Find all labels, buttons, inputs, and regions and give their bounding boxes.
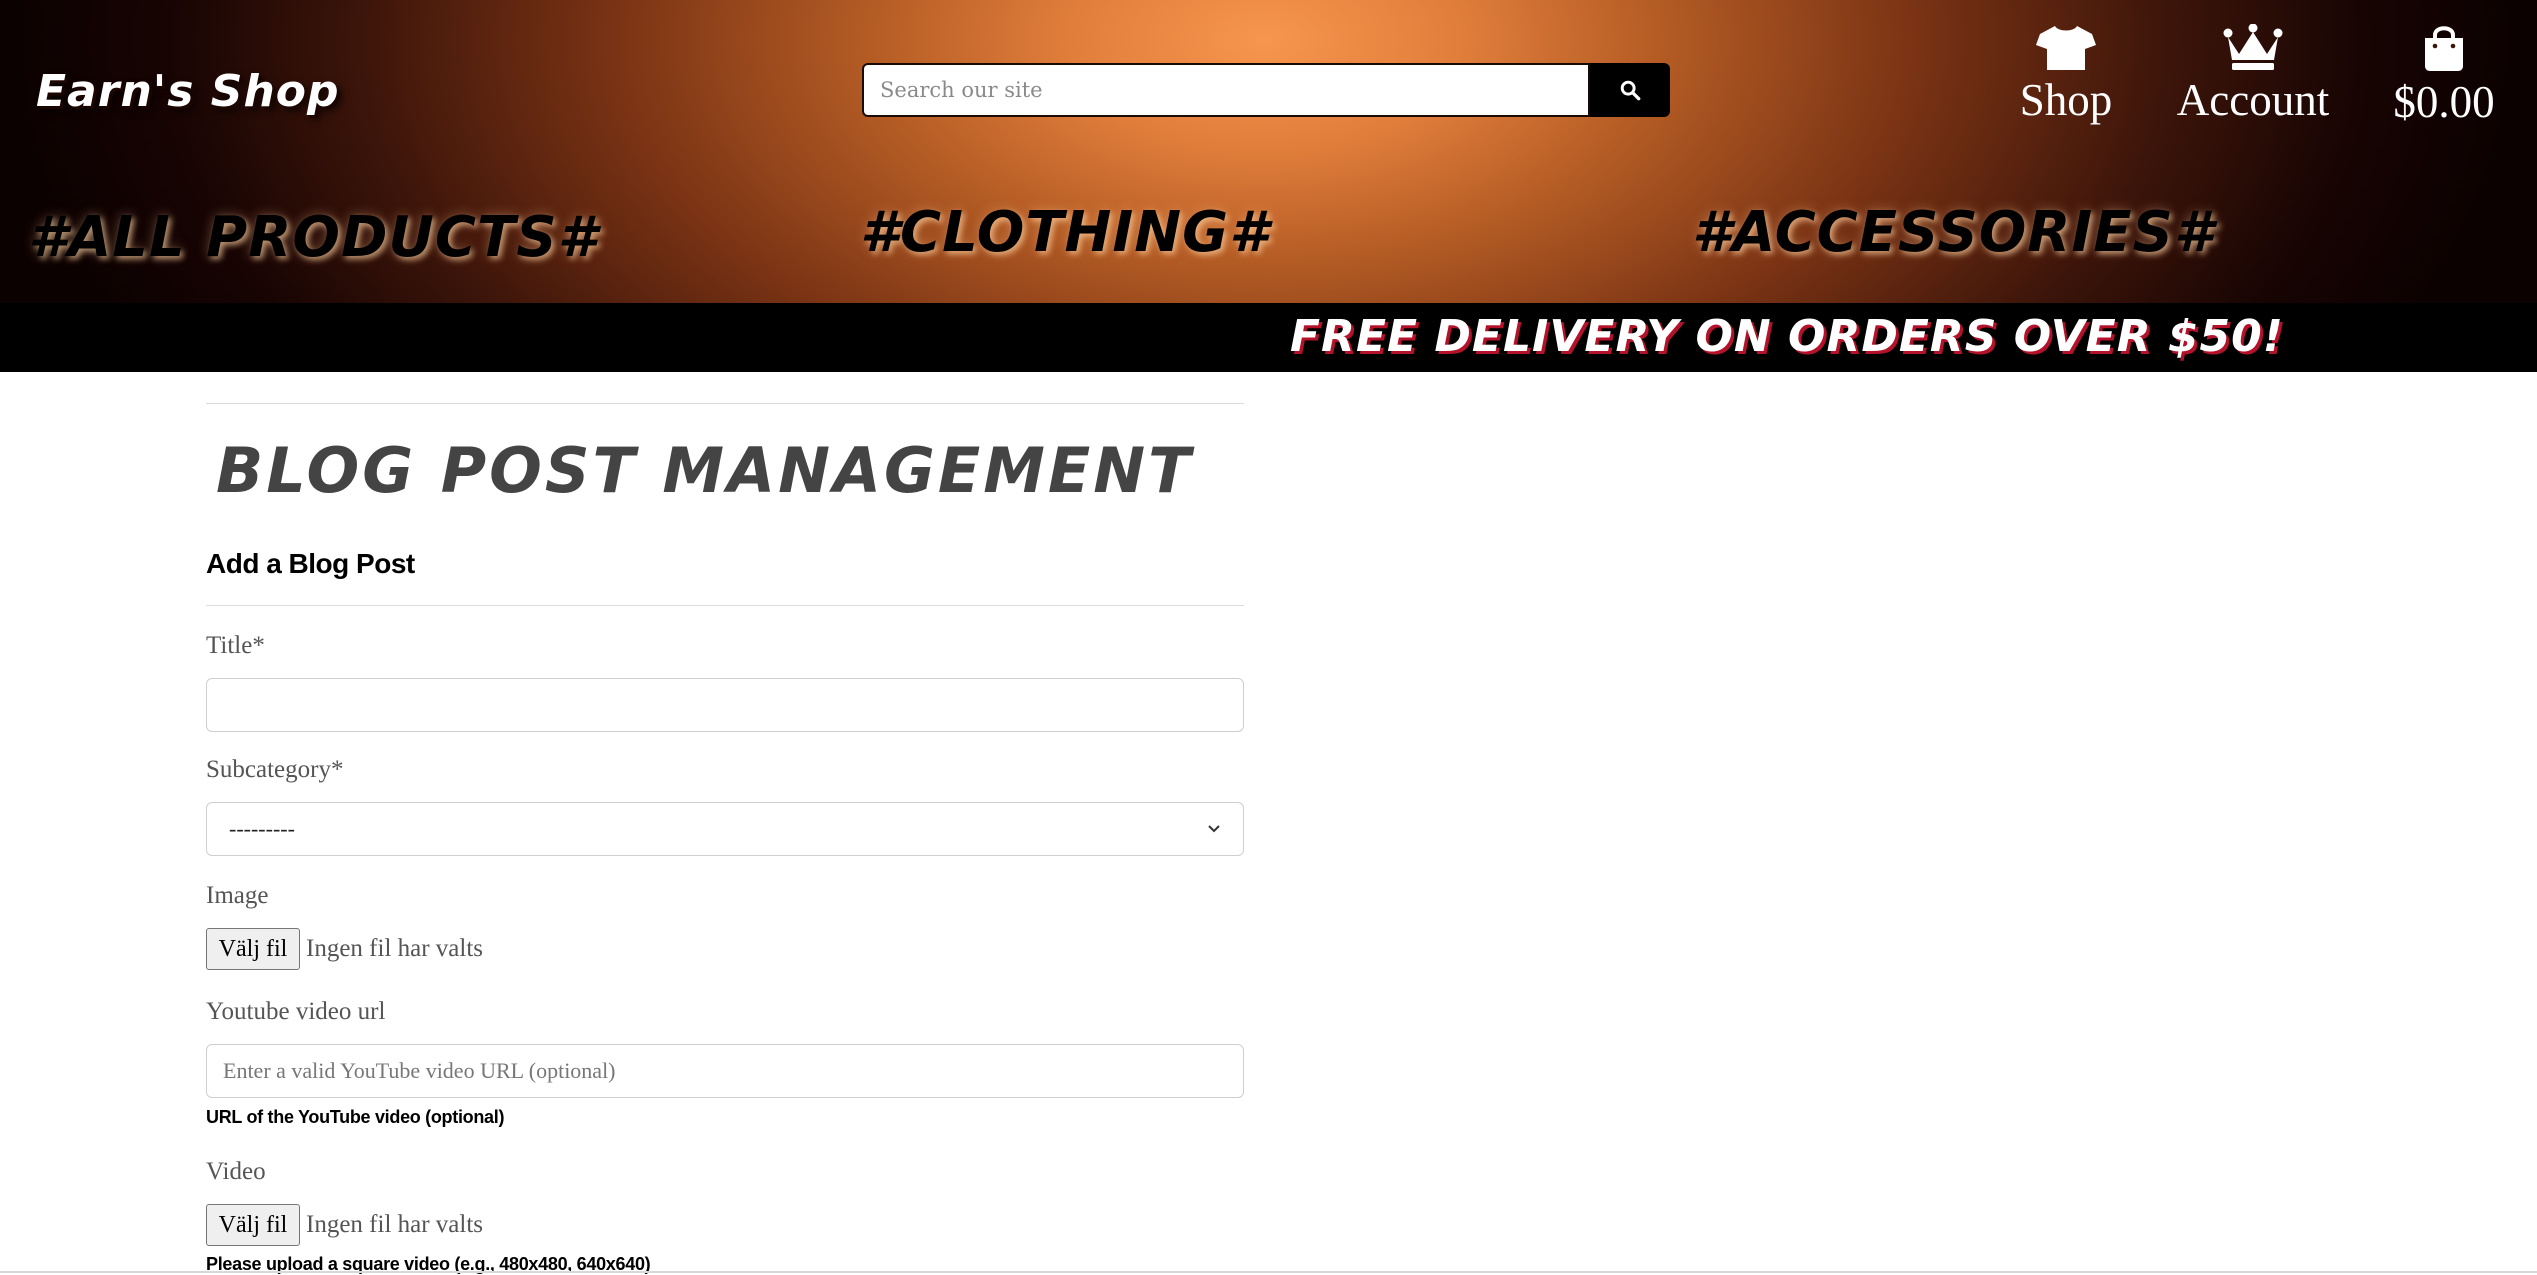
divider-section bbox=[206, 605, 1244, 606]
promo-banner: FREE DELIVERY ON ORDERS OVER $50! bbox=[0, 303, 2537, 372]
image-file-status: Ingen fil har valts bbox=[306, 935, 484, 962]
shirt-icon bbox=[2036, 26, 2096, 70]
category-clothing[interactable]: #CLOTHING# bbox=[860, 200, 1269, 265]
nav-account-label: Account bbox=[2176, 75, 2330, 125]
title-label: Title* bbox=[206, 632, 265, 659]
video-label: Video bbox=[206, 1158, 266, 1185]
nav-shop-label: Shop bbox=[2019, 75, 2113, 125]
subcategory-selected: --------- bbox=[229, 816, 295, 841]
chevron-down-icon bbox=[1208, 825, 1220, 833]
image-file-button[interactable]: Välj fil bbox=[206, 928, 300, 970]
search-icon bbox=[1620, 80, 1641, 101]
section-title: Add a Blog Post bbox=[206, 548, 415, 579]
video-file-input[interactable]: Välj fil Ingen fil har valts bbox=[206, 1204, 483, 1246]
youtube-label: Youtube video url bbox=[206, 998, 386, 1025]
site-logo[interactable]: Earn's Shop bbox=[36, 66, 340, 117]
title-input[interactable] bbox=[206, 678, 1244, 732]
shopping-bag-icon bbox=[2425, 26, 2463, 71]
category-all-products[interactable]: #ALL PRODUCTS# bbox=[28, 205, 598, 270]
subcategory-select[interactable]: --------- bbox=[206, 802, 1244, 856]
search-button[interactable] bbox=[1590, 63, 1670, 117]
search-form bbox=[862, 63, 1670, 117]
cart-total: $0.00 bbox=[2393, 77, 2495, 127]
image-file-input[interactable]: Välj fil Ingen fil har valts bbox=[206, 928, 483, 970]
youtube-help-text: URL of the YouTube video (optional) bbox=[206, 1107, 505, 1127]
divider-top bbox=[206, 403, 1244, 404]
category-accessories[interactable]: #ACCESSORIES# bbox=[1692, 200, 2214, 265]
subcategory-label: Subcategory* bbox=[206, 756, 344, 783]
search-input[interactable] bbox=[862, 63, 1590, 117]
image-label: Image bbox=[206, 882, 269, 909]
page-title: BLOG POST MANAGEMENT bbox=[216, 434, 1194, 507]
video-file-button[interactable]: Välj fil bbox=[206, 1204, 300, 1246]
nav-cart[interactable]: $0.00 bbox=[2384, 24, 2504, 125]
nav-shop[interactable]: Shop bbox=[2010, 24, 2122, 123]
site-header: Earn's Shop Shop Account bbox=[0, 0, 2537, 303]
promo-text: FREE DELIVERY ON ORDERS OVER $50! bbox=[1290, 311, 2284, 362]
nav-account[interactable]: Account bbox=[2168, 24, 2338, 123]
video-file-status: Ingen fil har valts bbox=[306, 1211, 484, 1238]
crown-icon bbox=[2223, 24, 2283, 70]
youtube-url-input[interactable] bbox=[206, 1044, 1244, 1098]
